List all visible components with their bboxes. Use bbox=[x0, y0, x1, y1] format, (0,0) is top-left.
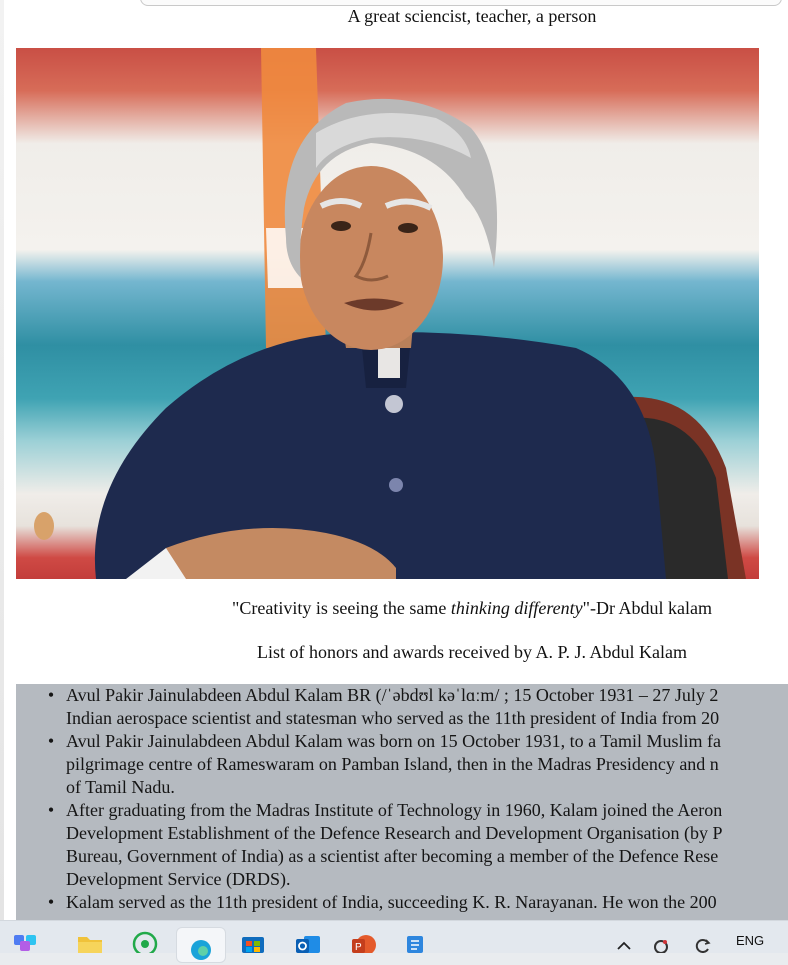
right-eye bbox=[398, 223, 418, 233]
svg-text:P: P bbox=[355, 942, 362, 953]
refresh-icon[interactable] bbox=[692, 935, 714, 961]
decor-lamp bbox=[34, 512, 54, 540]
left-eye bbox=[331, 221, 351, 231]
chevron-up-icon[interactable] bbox=[614, 937, 634, 963]
language-indicator[interactable]: ENG bbox=[736, 933, 764, 948]
quote: "Creativity is seeing the same thinking … bbox=[0, 598, 788, 619]
list-item: • Kalam served as the 11th president of … bbox=[48, 891, 788, 914]
list-item-line: Avul Pakir Jainulabdeen Abdul Kalam BR (… bbox=[66, 685, 719, 705]
honors-list-panel: • Avul Pakir Jainulabdeen Abdul Kalam BR… bbox=[16, 684, 788, 920]
store-icon[interactable] bbox=[240, 935, 266, 961]
honors-title: List of honors and awards received by A.… bbox=[257, 642, 687, 662]
list-item-line: Development Establishment of the Defence… bbox=[66, 823, 723, 843]
honors-list: • Avul Pakir Jainulabdeen Abdul Kalam BR… bbox=[16, 684, 788, 914]
bullet-icon: • bbox=[47, 800, 55, 820]
list-item-line: pilgrimage centre of Rameswaram on Pamba… bbox=[66, 754, 719, 774]
camera-icon[interactable] bbox=[650, 935, 672, 961]
taskbar: P ENG bbox=[0, 920, 788, 963]
list-item-line: Development Service (DRDS). bbox=[66, 869, 291, 889]
quote-italic: thinking differenty bbox=[450, 598, 583, 618]
list-item-line: After graduating from the Madras Institu… bbox=[66, 800, 723, 820]
list-item-line: Bureau, Government of India) as a scient… bbox=[66, 846, 719, 866]
widgets-icon[interactable] bbox=[12, 933, 38, 959]
portrait-illustration bbox=[34, 48, 746, 579]
portrait-photo bbox=[16, 48, 759, 579]
list-item-line: Avul Pakir Jainulabdeen Abdul Kalam was … bbox=[66, 731, 721, 751]
notepad-icon[interactable] bbox=[404, 933, 430, 959]
bullet-icon: • bbox=[47, 685, 55, 705]
outlook-icon[interactable] bbox=[294, 933, 320, 959]
quote-text-start: "Creativity is seeing the same bbox=[232, 598, 451, 618]
list-item: • Avul Pakir Jainulabdeen Abdul Kalam wa… bbox=[48, 730, 788, 799]
whatsapp-icon[interactable] bbox=[132, 931, 158, 957]
list-item-line: Kalam served as the 11th president of In… bbox=[66, 892, 717, 912]
quote-text-end: "-Dr Abdul kalam bbox=[582, 598, 712, 618]
taskbar-selected-slot[interactable] bbox=[176, 927, 226, 963]
list-item: • After graduating from the Madras Insti… bbox=[48, 799, 788, 891]
face bbox=[299, 166, 443, 350]
list-item-line: Indian aerospace scientist and statesman… bbox=[66, 708, 720, 728]
page-tagline: A great sciencist, teacher, a person bbox=[347, 6, 597, 26]
button-1 bbox=[385, 395, 403, 413]
powerpoint-icon[interactable]: P bbox=[350, 933, 376, 959]
bullet-icon: • bbox=[47, 731, 55, 751]
list-item: • Avul Pakir Jainulabdeen Abdul Kalam BR… bbox=[48, 684, 788, 730]
file-explorer-icon[interactable] bbox=[76, 933, 102, 959]
shirt-collar bbox=[378, 348, 400, 378]
web-page: A great sciencist, teacher, a person "Cr… bbox=[0, 0, 788, 920]
bullet-icon: • bbox=[47, 892, 55, 912]
list-item-line: of Tamil Nadu. bbox=[66, 777, 175, 797]
button-2 bbox=[389, 478, 403, 492]
